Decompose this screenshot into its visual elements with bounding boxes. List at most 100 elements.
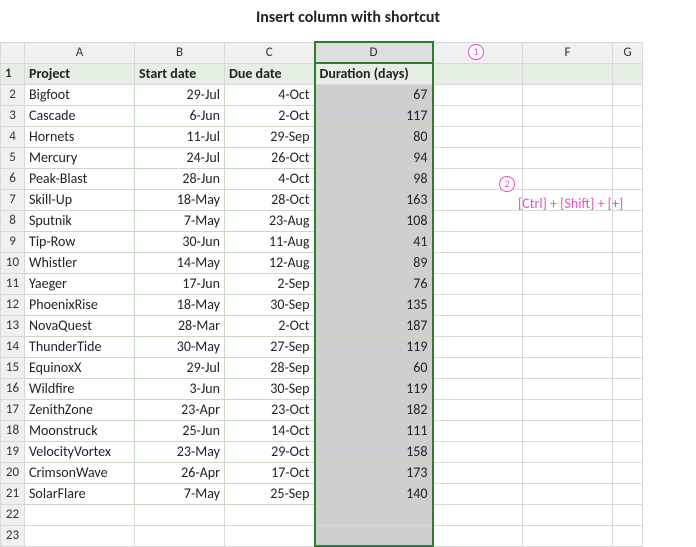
cell-empty[interactable]	[523, 420, 613, 441]
cell-empty[interactable]	[523, 273, 613, 294]
cell-empty[interactable]	[613, 378, 643, 399]
cell-project[interactable]: Cascade	[25, 105, 135, 126]
cell-empty[interactable]	[523, 252, 613, 273]
row-header[interactable]: 4	[1, 126, 25, 147]
cell-empty[interactable]	[523, 504, 613, 525]
row-header[interactable]: 15	[1, 357, 25, 378]
cell-empty[interactable]	[613, 357, 643, 378]
cell-duration[interactable]: 98	[315, 168, 433, 189]
cell-start[interactable]: 11-Jul	[135, 126, 225, 147]
cell-duration[interactable]: 140	[315, 483, 433, 504]
row-header[interactable]: 3	[1, 105, 25, 126]
cell-empty[interactable]	[523, 210, 613, 231]
row-header[interactable]: 9	[1, 231, 25, 252]
cell-start[interactable]: 18-May	[135, 294, 225, 315]
cell-empty[interactable]	[613, 420, 643, 441]
cell-empty[interactable]	[25, 525, 135, 546]
cell-empty[interactable]	[613, 336, 643, 357]
row-header[interactable]: 10	[1, 252, 25, 273]
cell-empty[interactable]	[25, 504, 135, 525]
row-header[interactable]: 14	[1, 336, 25, 357]
cell-empty[interactable]	[613, 147, 643, 168]
cell-empty[interactable]	[433, 63, 523, 84]
cell-empty[interactable]	[433, 378, 523, 399]
cell-empty[interactable]	[135, 525, 225, 546]
cell-start[interactable]: 28-Jun	[135, 168, 225, 189]
row-header[interactable]: 21	[1, 483, 25, 504]
cell-start[interactable]: 29-Jul	[135, 357, 225, 378]
col-header-f[interactable]: F	[523, 42, 613, 63]
col-header-a[interactable]: A	[25, 42, 135, 63]
cell-empty[interactable]	[613, 399, 643, 420]
cell-empty[interactable]	[433, 336, 523, 357]
cell-duration[interactable]: 182	[315, 399, 433, 420]
cell-empty[interactable]	[433, 84, 523, 105]
cell-start[interactable]: 7-May	[135, 483, 225, 504]
row-header[interactable]: 16	[1, 378, 25, 399]
cell-empty[interactable]	[613, 273, 643, 294]
cell-due[interactable]: 29-Sep	[225, 126, 315, 147]
cell-empty[interactable]	[613, 84, 643, 105]
cell-empty[interactable]	[433, 189, 523, 210]
row-header[interactable]: 2	[1, 84, 25, 105]
cell-start[interactable]: 24-Jul	[135, 147, 225, 168]
cell-empty[interactable]	[135, 504, 225, 525]
cell-duration[interactable]: 94	[315, 147, 433, 168]
cell-due[interactable]: 28-Oct	[225, 189, 315, 210]
col-header-g[interactable]: G	[613, 42, 643, 63]
cell-project-header[interactable]: Project	[25, 63, 135, 84]
col-header-c[interactable]: C	[225, 42, 315, 63]
cell-empty[interactable]	[433, 441, 523, 462]
cell-project[interactable]: CrimsonWave	[25, 462, 135, 483]
cell-duration[interactable]: 89	[315, 252, 433, 273]
cell-duration[interactable]: 117	[315, 105, 433, 126]
cell-empty[interactable]	[433, 126, 523, 147]
cell-empty[interactable]	[523, 525, 613, 546]
col-header-d[interactable]: D	[315, 42, 433, 63]
cell-duration[interactable]: 135	[315, 294, 433, 315]
cell-empty[interactable]	[523, 357, 613, 378]
cell-start[interactable]: 25-Jun	[135, 420, 225, 441]
cell-due[interactable]: 23-Oct	[225, 399, 315, 420]
cell-due[interactable]: 2-Oct	[225, 105, 315, 126]
cell-empty[interactable]	[613, 315, 643, 336]
cell-duration[interactable]: 158	[315, 441, 433, 462]
cell-start[interactable]: 26-Apr	[135, 462, 225, 483]
cell-start[interactable]: 23-May	[135, 441, 225, 462]
cell-empty[interactable]	[433, 315, 523, 336]
cell-empty[interactable]	[433, 231, 523, 252]
spreadsheet[interactable]: A B C D E F G 1ProjectStart dateDue date…	[0, 41, 643, 547]
cell-empty[interactable]	[613, 231, 643, 252]
row-header[interactable]: 20	[1, 462, 25, 483]
cell-start-header[interactable]: Start date	[135, 63, 225, 84]
cell-project[interactable]: Hornets	[25, 126, 135, 147]
cell-due[interactable]: 2-Sep	[225, 273, 315, 294]
cell-empty[interactable]	[523, 378, 613, 399]
cell-empty[interactable]	[433, 399, 523, 420]
cell-empty[interactable]	[433, 420, 523, 441]
cell-empty[interactable]	[613, 105, 643, 126]
row-header[interactable]: 7	[1, 189, 25, 210]
cell-project[interactable]: Mercury	[25, 147, 135, 168]
cell-empty[interactable]	[433, 294, 523, 315]
cell-empty[interactable]	[613, 168, 643, 189]
cell-project[interactable]: Tip-Row	[25, 231, 135, 252]
cell-duration[interactable]: 67	[315, 84, 433, 105]
cell-empty[interactable]	[433, 462, 523, 483]
cell-due[interactable]: 4-Oct	[225, 84, 315, 105]
cell-empty[interactable]	[433, 210, 523, 231]
row-header[interactable]: 17	[1, 399, 25, 420]
cell-empty[interactable]	[433, 357, 523, 378]
cell-duration[interactable]: 60	[315, 357, 433, 378]
cell-empty[interactable]	[613, 525, 643, 546]
cell-start[interactable]: 7-May	[135, 210, 225, 231]
cell-empty[interactable]	[523, 399, 613, 420]
cell-project[interactable]: Peak-Blast	[25, 168, 135, 189]
cell-project[interactable]: NovaQuest	[25, 315, 135, 336]
cell-start[interactable]: 18-May	[135, 189, 225, 210]
cell-start[interactable]: 6-Jun	[135, 105, 225, 126]
cell-due[interactable]: 23-Aug	[225, 210, 315, 231]
cell-empty[interactable]	[523, 483, 613, 504]
cell-empty[interactable]	[523, 315, 613, 336]
cell-due[interactable]: 26-Oct	[225, 147, 315, 168]
